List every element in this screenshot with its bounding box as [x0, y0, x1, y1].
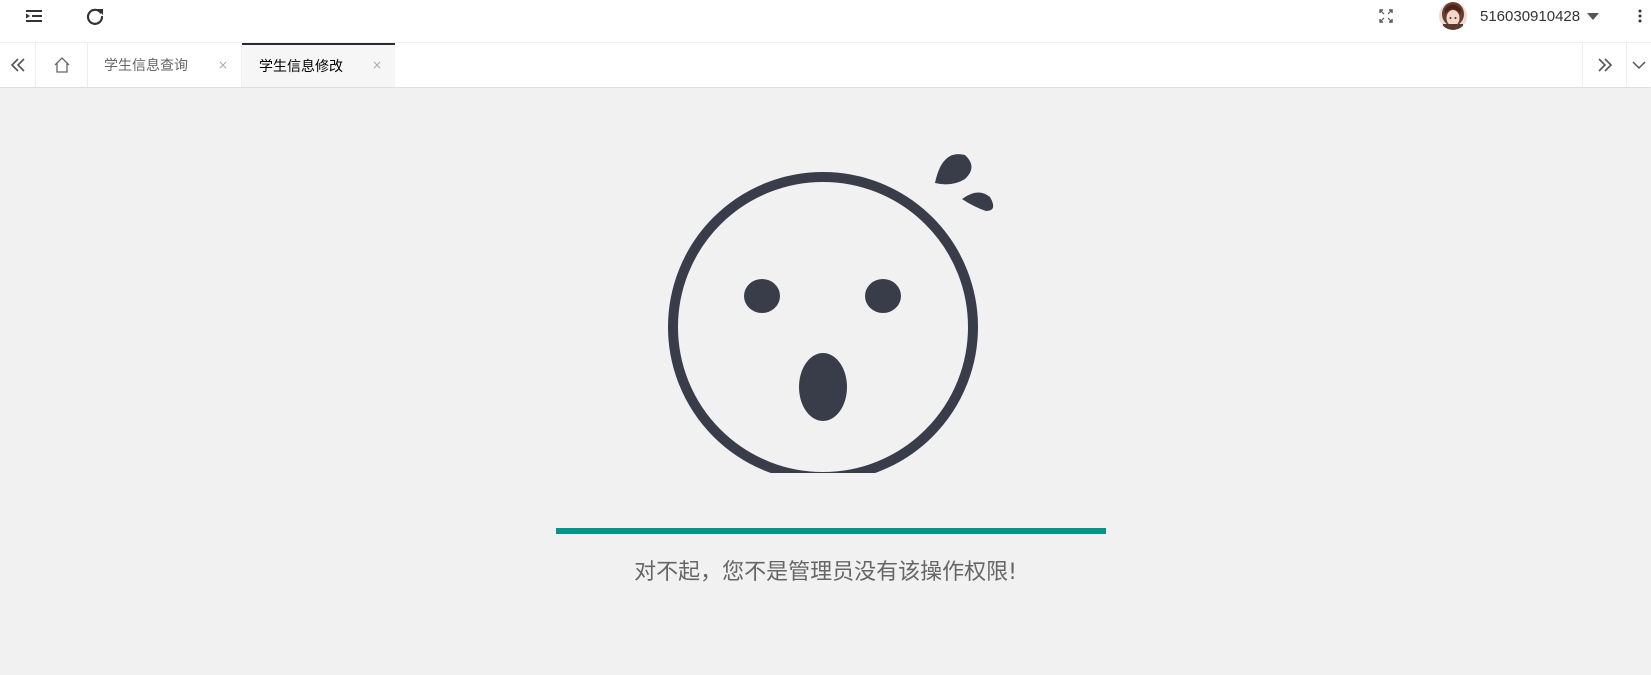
- username-label: 516030910428: [1480, 7, 1581, 25]
- more-vertical-icon: [1638, 9, 1642, 23]
- top-header: 516030910428: [0, 0, 1651, 43]
- fullscreen-icon: [1379, 9, 1393, 23]
- user-menu[interactable]: 516030910428: [1480, 0, 1640, 32]
- tab-label: 学生信息查询: [104, 58, 188, 74]
- tab-bar: 学生信息查询 × 学生信息修改 ×: [0, 43, 1651, 87]
- main-content: 对不起，您不是管理员没有该操作权限!: [0, 88, 1651, 675]
- tab-student-edit[interactable]: 学生信息修改 ×: [242, 43, 395, 87]
- tab-student-query[interactable]: 学生信息查询 ×: [88, 43, 242, 87]
- double-chevron-right-icon: [1597, 58, 1612, 72]
- caret-down-icon: [1587, 13, 1600, 20]
- chevron-down-icon: [1632, 61, 1646, 70]
- tab-label: 学生信息修改: [259, 59, 343, 75]
- more-menu-button[interactable]: [1632, 0, 1648, 32]
- surprised-face-icon: [668, 154, 994, 473]
- close-icon[interactable]: ×: [218, 59, 228, 71]
- menu-toggle-button[interactable]: [18, 0, 50, 32]
- tab-home[interactable]: [36, 43, 88, 87]
- progress-bar-fill: [556, 528, 1106, 534]
- avatar: [1439, 2, 1467, 30]
- home-icon: [54, 57, 69, 73]
- user-avatar[interactable]: [1438, 0, 1468, 32]
- progress-bar: [556, 528, 1106, 534]
- refresh-icon: [86, 8, 104, 25]
- close-icon[interactable]: ×: [372, 59, 382, 71]
- tab-scroll-left-button[interactable]: [0, 43, 36, 87]
- permission-denied-message: 对不起，您不是管理员没有该操作权限!: [634, 560, 1017, 585]
- refresh-button[interactable]: [79, 0, 111, 32]
- tab-options-button[interactable]: [1626, 43, 1651, 87]
- tab-scroll-right-button[interactable]: [1582, 43, 1626, 87]
- fullscreen-button[interactable]: [1370, 0, 1402, 32]
- double-chevron-left-icon: [10, 58, 25, 72]
- indent-icon: [26, 10, 42, 22]
